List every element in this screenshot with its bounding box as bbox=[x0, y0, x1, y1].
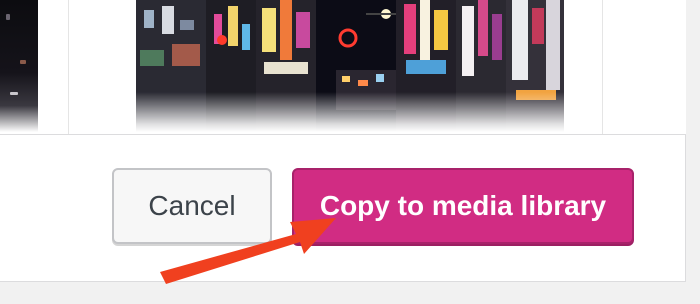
copy-to-media-library-button[interactable]: Copy to media library bbox=[292, 168, 634, 244]
preview-divider-left bbox=[68, 0, 69, 134]
image-fade-overlay bbox=[136, 92, 564, 132]
preview-divider-right bbox=[602, 0, 603, 134]
image-preview-area bbox=[0, 0, 686, 134]
cancel-button-label: Cancel bbox=[148, 190, 236, 221]
copy-button-label: Copy to media library bbox=[319, 190, 607, 221]
footer-separator bbox=[0, 134, 686, 135]
selected-image-preview bbox=[136, 0, 564, 132]
media-copy-dialog: Cancel Copy to media library bbox=[0, 0, 686, 282]
cancel-button[interactable]: Cancel bbox=[112, 168, 272, 244]
thumbnail-previous[interactable] bbox=[0, 0, 38, 132]
